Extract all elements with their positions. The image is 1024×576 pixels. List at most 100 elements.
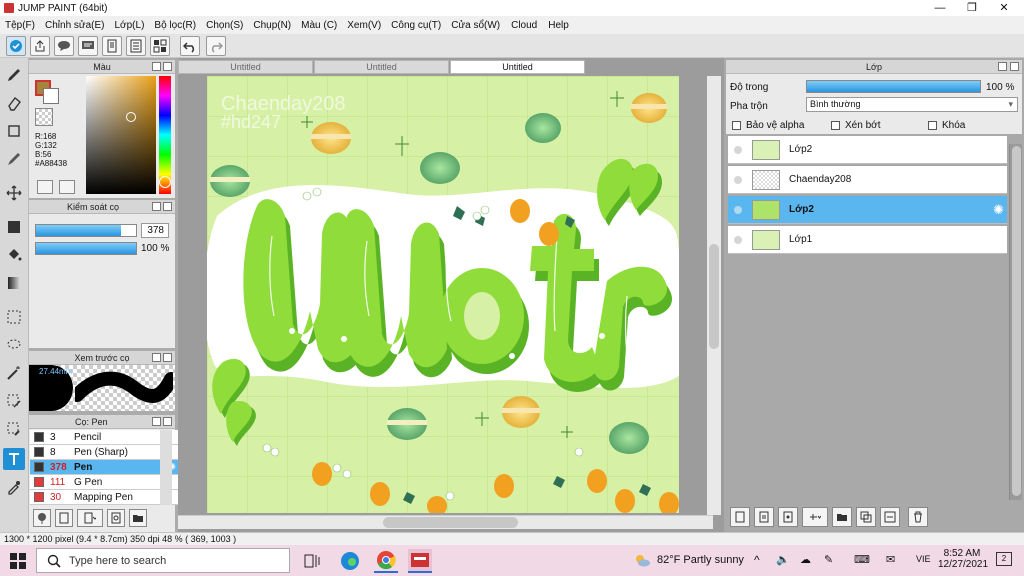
chat-button[interactable] xyxy=(78,36,98,56)
brush-tool[interactable] xyxy=(3,64,25,86)
menu-filter[interactable]: Bộ lọc(R) xyxy=(149,20,201,31)
document-tab-2[interactable]: Untitled xyxy=(314,60,449,74)
brush-options-button[interactable] xyxy=(77,509,103,527)
merge-layer-button[interactable] xyxy=(880,507,900,527)
menu-window[interactable]: Cửa sổ(W) xyxy=(446,20,505,31)
cloud-sync-button[interactable] xyxy=(6,36,26,56)
bucket-tool[interactable] xyxy=(3,244,25,266)
vertical-scroll-thumb[interactable] xyxy=(709,244,719,349)
color-picker-button[interactable] xyxy=(59,180,75,194)
panel-undock-button[interactable] xyxy=(152,353,161,362)
brush-item-pen[interactable]: 378Pen✺ xyxy=(30,460,180,475)
horizontal-scroll-thumb[interactable] xyxy=(383,517,518,528)
panel-close-button[interactable] xyxy=(1010,62,1019,71)
lock-checkbox[interactable]: Khóa xyxy=(928,120,965,131)
layer-item[interactable]: Lớp1 xyxy=(728,226,1007,254)
visibility-toggle-icon[interactable] xyxy=(734,205,742,214)
saturation-value-picker[interactable] xyxy=(86,76,156,194)
keyboard-icon[interactable]: ⌨ xyxy=(854,553,870,566)
color-wheel-button[interactable] xyxy=(37,180,53,194)
fill-rect-tool[interactable] xyxy=(3,216,25,238)
rect-select-tool[interactable] xyxy=(3,306,25,328)
brush-item-g-pen[interactable]: 111 G Pen xyxy=(30,475,180,490)
close-button[interactable]: ✕ xyxy=(988,0,1020,16)
mail-icon[interactable]: ✉ xyxy=(886,553,895,566)
menu-tools[interactable]: Công cụ(T) xyxy=(386,20,446,31)
brush-folder-button[interactable] xyxy=(129,509,147,527)
layer-opacity-slider[interactable] xyxy=(806,80,981,93)
clip-checkbox[interactable]: Xén bớt xyxy=(831,120,880,131)
layer-add-dropdown-button[interactable] xyxy=(802,507,828,527)
select-eraser-tool[interactable] xyxy=(3,418,25,440)
document-button[interactable] xyxy=(102,36,122,56)
panel-undock-button[interactable] xyxy=(152,417,161,426)
delete-layer-button[interactable] xyxy=(908,507,928,527)
text-tool[interactable] xyxy=(3,448,25,470)
notification-button[interactable]: 2 xyxy=(996,552,1012,566)
panel-close-button[interactable] xyxy=(163,353,172,362)
new-vector-layer-button[interactable] xyxy=(778,507,798,527)
brush-size-value[interactable]: 378 xyxy=(141,223,169,238)
duplicate-layer-button[interactable] xyxy=(856,507,876,527)
shape-tool[interactable] xyxy=(3,120,25,142)
pen-workspace-icon[interactable]: ✎ xyxy=(824,553,833,566)
eraser-tool[interactable] xyxy=(3,92,25,114)
menu-help[interactable]: Help xyxy=(543,20,574,31)
new-layer-button[interactable] xyxy=(730,507,750,527)
chevron-up-icon[interactable]: ^ xyxy=(754,553,760,567)
visibility-toggle-icon[interactable] xyxy=(734,175,742,184)
move-tool[interactable] xyxy=(3,182,25,204)
search-box[interactable]: Type here to search xyxy=(36,548,290,573)
menu-select[interactable]: Chọn(S) xyxy=(201,20,248,31)
clock[interactable]: 8:52 AM 12/27/2021 xyxy=(938,548,988,570)
visibility-toggle-icon[interactable] xyxy=(734,145,742,154)
comment-button[interactable] xyxy=(54,36,74,56)
minimize-button[interactable]: — xyxy=(924,0,956,16)
visibility-toggle-icon[interactable] xyxy=(734,235,742,244)
document-tab-1[interactable]: Untitled xyxy=(178,60,313,74)
brush-item-pencil[interactable]: 3 Pencil xyxy=(30,430,180,445)
magic-wand-tool[interactable] xyxy=(3,362,25,384)
canvas-vertical-scrollbar[interactable] xyxy=(707,76,721,515)
artwork-canvas[interactable]: Chaenday208 #hd247 xyxy=(207,76,679,513)
brush-list-scrollbar[interactable] xyxy=(160,430,172,505)
lasso-tool[interactable] xyxy=(3,334,25,356)
panel-close-button[interactable] xyxy=(163,62,172,71)
undo-button[interactable] xyxy=(180,36,200,56)
panel-close-button[interactable] xyxy=(163,417,172,426)
restore-button[interactable]: ❐ xyxy=(956,0,988,16)
panel-undock-button[interactable] xyxy=(152,62,161,71)
eyedropper-tool[interactable] xyxy=(3,476,25,498)
new-brush-button[interactable] xyxy=(55,509,73,527)
brush-size-slider[interactable] xyxy=(35,224,137,237)
redo-button[interactable] xyxy=(206,36,226,56)
task-view-button[interactable] xyxy=(300,549,324,573)
share-button[interactable] xyxy=(30,36,50,56)
panel-undock-button[interactable] xyxy=(998,62,1007,71)
layer-item[interactable]: Lớp2 xyxy=(728,136,1007,164)
edge-taskbar-button[interactable] xyxy=(338,549,362,573)
input-language[interactable]: VIE xyxy=(916,554,931,564)
menu-cloud[interactable]: Cloud xyxy=(505,20,543,31)
menu-layer[interactable]: Lớp(L) xyxy=(110,20,150,31)
hue-slider[interactable] xyxy=(159,76,171,194)
start-button[interactable] xyxy=(6,549,30,573)
layer-scroll-thumb[interactable] xyxy=(1012,146,1021,496)
transparent-color-swatch[interactable] xyxy=(35,108,53,126)
menu-color[interactable]: Màu (C) xyxy=(296,20,342,31)
layer-settings-icon[interactable]: ✺ xyxy=(993,202,1004,218)
chrome-taskbar-button[interactable] xyxy=(374,549,398,573)
cloud-brush-button[interactable] xyxy=(33,509,51,527)
panel-undock-button[interactable] xyxy=(152,202,161,211)
menu-file[interactable]: Tệp(F) xyxy=(0,20,40,31)
brush-properties-button[interactable] xyxy=(107,509,125,527)
brush-item-pen-sharp[interactable]: 8 Pen (Sharp) xyxy=(30,445,180,460)
menu-edit[interactable]: Chỉnh sửa(E) xyxy=(40,20,110,31)
brush-opacity-slider[interactable] xyxy=(35,242,137,255)
jump-paint-taskbar-button[interactable] xyxy=(408,549,432,573)
list-button[interactable] xyxy=(126,36,146,56)
weather-widget[interactable]: 82°F Partly sunny xyxy=(633,553,744,567)
network-icon[interactable]: ☁ xyxy=(800,553,811,566)
gradient-tool[interactable] xyxy=(3,272,25,294)
layer-list-scrollbar[interactable] xyxy=(1009,144,1022,500)
